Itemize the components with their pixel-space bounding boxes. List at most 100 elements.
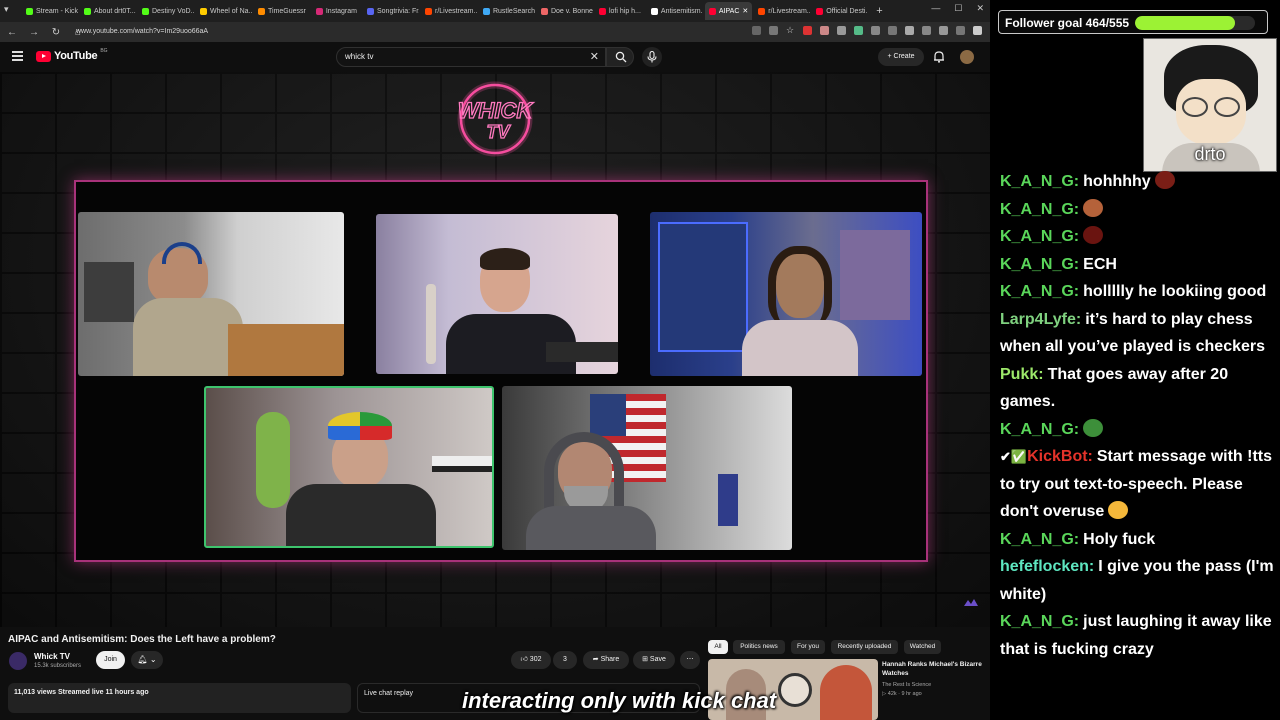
search-input[interactable]: whick tv ✕ [336, 47, 606, 67]
subscribe-bell-button[interactable]: 🔔︎ ⌄ [131, 651, 163, 669]
comments-count: 3 [563, 656, 567, 663]
filter-chip[interactable]: All [708, 640, 728, 654]
streamer-avatar-cam: drto [1143, 38, 1277, 172]
browser-tab[interactable]: Instagram [312, 2, 361, 20]
extension-icon[interactable] [922, 26, 931, 35]
description-box[interactable]: 11,013 views Streamed live 11 hours ago [8, 683, 351, 713]
filter-chip[interactable]: For you [791, 640, 825, 654]
extension-icon[interactable] [752, 26, 761, 35]
chat-username[interactable]: hefeflocken: [1000, 558, 1094, 575]
search-button[interactable] [606, 47, 634, 67]
filter-chip[interactable]: Politics news [733, 640, 785, 654]
voice-search-button[interactable] [642, 47, 662, 67]
chat-message: K_A_N_G: [1000, 196, 1276, 224]
browser-tab[interactable]: Songtrivia: Fr... [363, 2, 419, 20]
browser-tab[interactable]: Official Desti... [812, 2, 868, 20]
chat-username[interactable]: K_A_N_G: [1000, 283, 1079, 300]
chat-message: K_A_N_G: hohhhhy [1000, 168, 1276, 196]
youtube-play-icon [36, 50, 51, 62]
hamburger-menu-icon[interactable] [12, 51, 23, 61]
browser-tab[interactable]: Wheel of Na... [196, 2, 252, 20]
chat-username[interactable]: KickBot: [1027, 448, 1093, 465]
browser-tab[interactable]: lofi hip h... [595, 2, 645, 20]
search-icon [615, 51, 627, 63]
comments-count-button[interactable]: 3 [553, 651, 577, 669]
video-player[interactable]: WHICK TV [0, 72, 990, 627]
stream-overlay: Follower goal 464/555 drto K_A_N_G: hohhh… [990, 0, 1280, 720]
browser-tab[interactable]: Stream - Kick [22, 2, 78, 20]
create-label: Create [893, 53, 915, 60]
chat-username[interactable]: K_A_N_G: [1000, 201, 1079, 218]
extension-icon[interactable] [956, 26, 965, 35]
recommended-video-title[interactable]: Hannah Ranks Michael's Bizarre Watches [882, 660, 982, 678]
channel-name[interactable]: Whick TV [34, 652, 70, 661]
tab-label: r/Livestream... [768, 7, 811, 15]
share-button[interactable]: ➦ Share [583, 651, 629, 669]
channel-avatar[interactable] [9, 652, 27, 670]
cam-flag-canton [590, 394, 626, 436]
minimize-icon[interactable]: — [931, 3, 940, 14]
browser-tab[interactable]: Doe v. Bonne... [537, 2, 593, 20]
back-icon[interactable]: ← [6, 27, 18, 38]
cam-figure-body [133, 298, 243, 376]
chat-username[interactable]: K_A_N_G: [1000, 613, 1079, 630]
cam-keyboard [432, 456, 492, 472]
cam-posters [840, 230, 910, 320]
extension-icon[interactable] [820, 26, 829, 35]
download-icon[interactable] [888, 26, 897, 35]
like-button[interactable]: 👍︎ 302 [511, 651, 551, 669]
browser-tab[interactable]: TimeGuessr [254, 2, 310, 20]
extension-icon[interactable] [871, 26, 880, 35]
browser-tab[interactable]: RustleSearch [479, 2, 535, 20]
extension-icon[interactable] [803, 26, 812, 35]
like-count: 302 [529, 656, 542, 663]
thumb-person-2 [820, 665, 872, 720]
bookmark-star-icon[interactable]: ☆ [786, 26, 795, 35]
extension-icon[interactable] [905, 26, 914, 35]
browser-tab[interactable]: Antisemitism... [647, 2, 703, 20]
filter-chip[interactable]: Watched [904, 640, 941, 654]
create-button[interactable]: + Create [878, 48, 924, 66]
maximize-icon[interactable]: ☐ [954, 3, 962, 14]
close-tab-icon[interactable]: ✕ [742, 7, 748, 15]
filter-chip[interactable]: Recently uploaded [831, 640, 898, 654]
menu-icon[interactable] [973, 26, 982, 35]
clear-search-icon[interactable]: ✕ [590, 50, 599, 63]
forward-icon[interactable]: → [28, 27, 40, 38]
url-field[interactable]: www.youtube.com/watch?v=Im29uoo66aA [68, 25, 768, 39]
cam-figure-body [742, 320, 858, 376]
reload-icon[interactable]: ↻ [50, 27, 62, 38]
browser-tab[interactable]: r/Livestream... [754, 2, 810, 20]
chat-username[interactable]: Larp4Lyfe: [1000, 311, 1081, 328]
account-avatar[interactable] [960, 50, 974, 64]
chat-message: Pukk: That goes away after 20 games. [1000, 361, 1276, 416]
chat-username[interactable]: K_A_N_G: [1000, 531, 1079, 548]
tab-favicon-icon [708, 7, 716, 15]
participant-cam-1 [78, 212, 344, 376]
extension-icon[interactable] [769, 26, 778, 35]
browser-tab[interactable]: AIPAC ✕ [704, 2, 753, 20]
channel-watermark-icon[interactable] [963, 598, 979, 608]
chat-username[interactable]: Pukk: [1000, 366, 1044, 383]
chat-username[interactable]: K_A_N_G: [1000, 256, 1079, 273]
tab-list-icon[interactable]: ▾ [4, 4, 9, 15]
save-button[interactable]: ⊞ Save [633, 651, 675, 669]
join-button[interactable]: Join [96, 651, 125, 669]
chat-username[interactable]: K_A_N_G: [1000, 173, 1079, 190]
close-window-icon[interactable]: ✕ [976, 3, 984, 14]
youtube-logo[interactable]: YouTube BG [36, 48, 108, 62]
chat-username[interactable]: K_A_N_G: [1000, 228, 1079, 245]
more-actions-button[interactable]: ⋯ [680, 651, 700, 669]
browser-tab[interactable]: r/Livestream... [421, 2, 477, 20]
notifications-bell-icon[interactable] [933, 50, 945, 63]
extension-icon[interactable] [939, 26, 948, 35]
chat-message: K_A_N_G: just laughing it away like that … [1000, 608, 1276, 663]
new-tab-icon[interactable]: + [876, 5, 882, 17]
extension-icon[interactable] [854, 26, 863, 35]
chat-username[interactable]: K_A_N_G: [1000, 421, 1079, 438]
browser-tab[interactable]: About drt0T... [80, 2, 136, 20]
extension-icon[interactable] [837, 26, 846, 35]
cam-figure-body [526, 506, 656, 550]
browser-tab[interactable]: Destiny VoD... [138, 2, 194, 20]
recommended-video-channel[interactable]: The Rest Is Science [882, 682, 931, 688]
